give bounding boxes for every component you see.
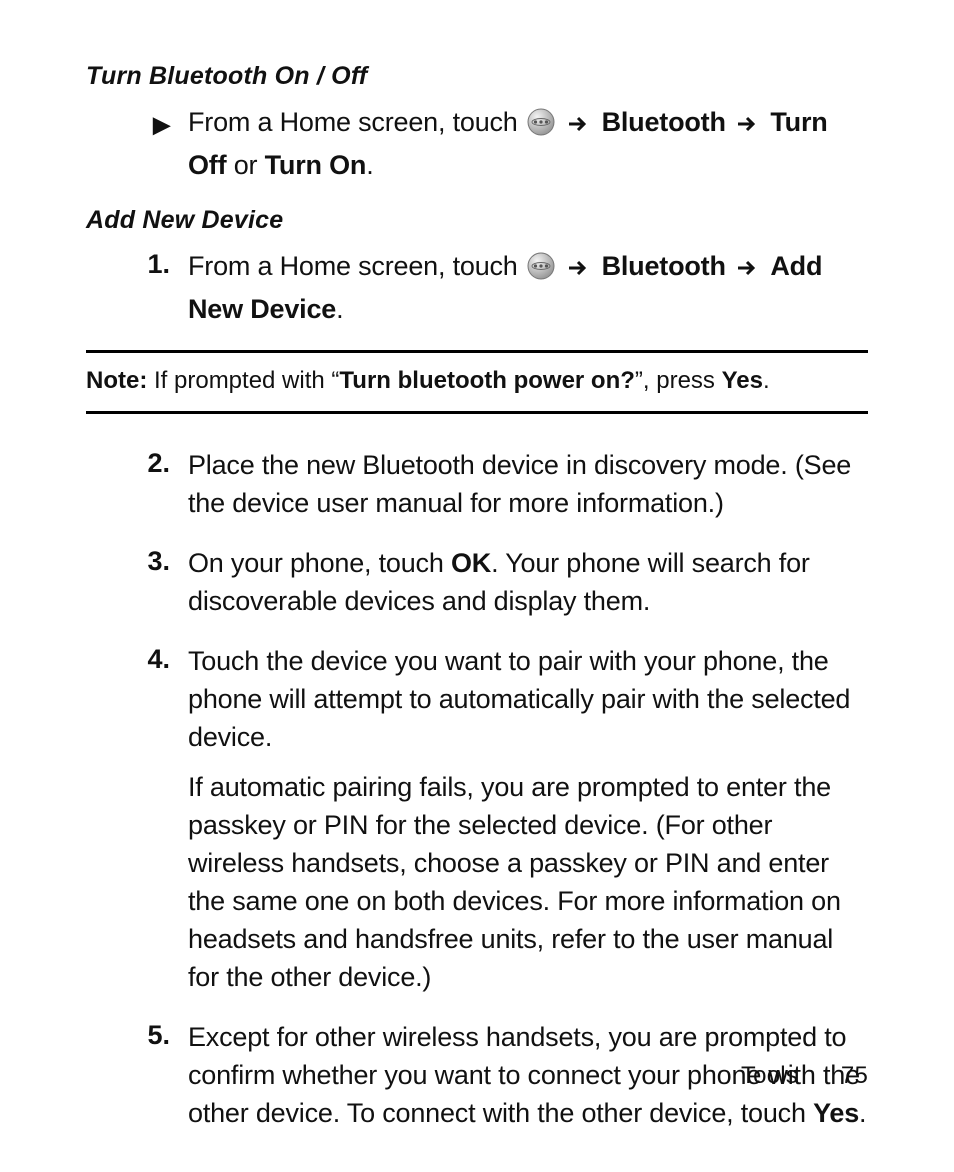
text: . (859, 1098, 866, 1128)
note-block: Note: If prompted with “Turn bluetooth p… (86, 350, 868, 414)
step-number: 3. (112, 544, 188, 578)
bold-ok: OK (451, 548, 491, 578)
step-body: From a Home screen, touch Bluetooth Add … (188, 247, 868, 328)
step-body: Place the new Bluetooth device in discov… (188, 446, 868, 522)
text: ”, press (635, 367, 722, 394)
text: From a Home screen, touch (188, 251, 525, 281)
step-body: Touch the device you want to pair with y… (188, 642, 868, 996)
bullet-turn-bluetooth: ▶ From a Home screen, touch Bluetooth Tu… (86, 103, 868, 184)
arrow-icon (737, 249, 759, 287)
arrow-icon (737, 105, 759, 143)
arrow-icon (568, 249, 590, 287)
apps-icon (527, 108, 555, 146)
bold-bluetooth: Bluetooth (602, 107, 726, 137)
step-3: 3. On your phone, touch OK. Your phone w… (86, 544, 868, 620)
step-2: 2. Place the new Bluetooth device in dis… (86, 446, 868, 522)
text: . (336, 294, 343, 324)
text: or (226, 150, 264, 180)
note-prompt: Turn bluetooth power on? (339, 367, 635, 394)
bold-turn-on: Turn On (265, 150, 367, 180)
text: Place the new Bluetooth device in discov… (188, 446, 868, 522)
step-number: 2. (112, 446, 188, 480)
step-number: 4. (112, 642, 188, 676)
footer-page-number: 75 (841, 1062, 868, 1090)
heading-turn-bluetooth: Turn Bluetooth On / Off (86, 62, 868, 91)
text: . (763, 367, 770, 394)
heading-add-new-device: Add New Device (86, 206, 868, 235)
text: . (366, 150, 373, 180)
bold-yes: Yes (722, 367, 763, 394)
footer-section: Tools (741, 1062, 798, 1089)
arrow-icon (568, 105, 590, 143)
triangle-bullet-icon: ▶ (112, 103, 188, 140)
bold-yes: Yes (813, 1098, 859, 1128)
step-number: 5. (112, 1018, 188, 1052)
step-number: 1. (112, 247, 188, 281)
apps-icon (527, 252, 555, 290)
text: If prompted with “ (147, 367, 339, 394)
step-1: 1. From a Home screen, touch Bluetooth A… (86, 247, 868, 328)
bold-bluetooth: Bluetooth (602, 251, 726, 281)
text: From a Home screen, touch (188, 107, 525, 137)
note-label: Note: (86, 367, 147, 394)
step-4: 4. Touch the device you want to pair wit… (86, 642, 868, 996)
bullet-body: From a Home screen, touch Bluetooth Turn… (188, 103, 868, 184)
page-footer: Tools 75 (741, 1062, 868, 1090)
text: Touch the device you want to pair with y… (188, 642, 868, 756)
text: On your phone, touch (188, 548, 451, 578)
text: If automatic pairing fails, you are prom… (188, 768, 868, 996)
step-body: On your phone, touch OK. Your phone will… (188, 544, 868, 620)
manual-page: Turn Bluetooth On / Off ▶ From a Home sc… (0, 0, 954, 1172)
